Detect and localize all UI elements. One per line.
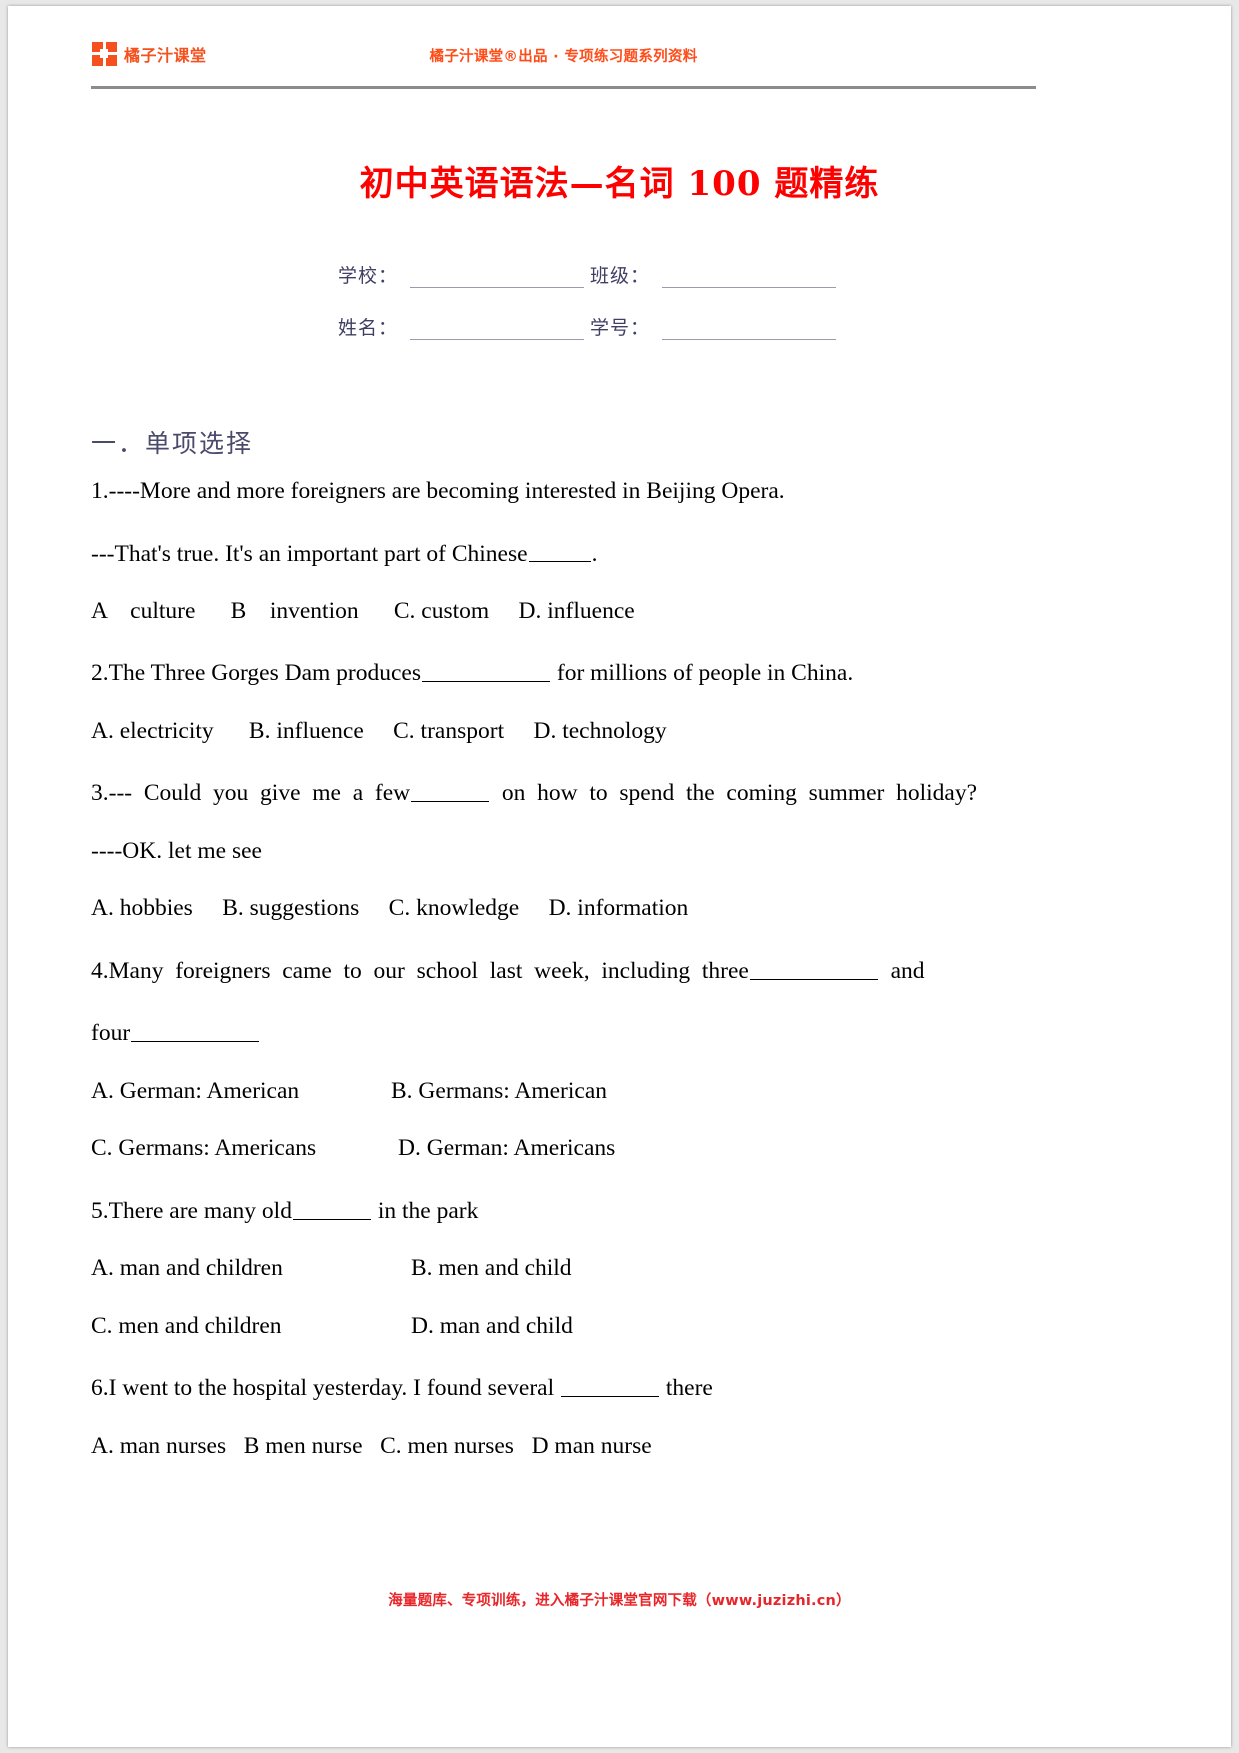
field-school-label: 学校： [338,265,399,287]
question-5-options-row-2: C. men and children D. man and child [91,1313,1038,1339]
question-5-options-row-1: A. man and children B. men and child [91,1257,1038,1281]
question-2-stem: 2.The Three Gorges Dam produces for mill… [91,657,1038,687]
question-5-option-c[interactable]: C. men and children [91,1314,411,1339]
question-6-blank[interactable] [561,1372,659,1398]
question-4-stem-continued: four [91,1017,1038,1045]
section-heading: 一．单项选择 [91,429,254,458]
question-6-stem: 6.I went to the hospital yesterday. I fo… [91,1372,1038,1402]
field-name-input[interactable] [410,317,584,340]
field-name-label: 姓名： [338,317,399,339]
question-1-stem-line-1: 1.----More and more foreigners are becom… [91,478,785,504]
document-page: 橘子汁课堂 橘子汁课堂®出品 · 专项练习题系列资料 初中英语语法—名词 100… [8,6,1231,1747]
field-student-id-label: 学号： [590,317,651,339]
field-student-id: 学号： [590,313,842,340]
question-4-options-row-1: A. German: American B. Germans: American [91,1078,1038,1104]
question-6-stem-post: there [660,1375,713,1402]
field-school: 学校： [338,261,590,288]
question-4-stem-pre: 4.Many foreigners came to our school las… [91,957,749,984]
field-student-id-input[interactable] [662,317,836,340]
field-class: 班级： [590,261,842,288]
question-3-reply: ----OK. let me see [91,837,262,864]
question-4-option-b[interactable]: B. Germans: American [391,1078,607,1104]
exercise-content: 一．单项选择 1.----More and more foreigners ar… [91,424,1038,1492]
question-3-blank[interactable] [411,777,490,803]
question-5-stem-post: in the park [371,1197,479,1224]
field-class-input[interactable] [662,265,836,288]
question-1-stem-line-2: ---That's true. It's an important part o… [91,538,1038,566]
question-6-stem-pre: 6.I went to the hospital yesterday. I fo… [91,1375,560,1402]
info-row-1: 学校： 班级： [338,258,898,288]
page-title: 初中英语语法—名词 100 题精练 [359,164,880,204]
question-4-stem-tail: four [91,1020,131,1047]
question-2-options[interactable]: A. electricity B. influence C. transport… [91,719,1038,744]
info-row-2: 姓名： 学号： [338,310,898,340]
field-name: 姓名： [338,313,590,340]
question-5-stem-pre: 5.There are many old [91,1197,292,1224]
student-info-block: 学校： 班级： 姓名： 学号： [338,258,898,362]
question-5-option-b[interactable]: B. men and child [411,1255,572,1281]
question-5-stem: 5.There are many old in the park [91,1195,1038,1223]
question-3-stem-post: on how to spend the coming summer holida… [490,780,978,807]
question-3-stem-pre: 3.--- Could you give me a few [91,780,411,807]
page-header: 橘子汁课堂 橘子汁课堂®出品 · 专项练习题系列资料 [91,38,1036,84]
question-2-blank[interactable] [422,657,550,683]
question-4-blank-2[interactable] [131,1017,260,1043]
question-3-stem: 3.--- Could you give me a few on how to … [91,777,1038,807]
question-1-stem-pre: ---That's true. It's an important part o… [91,540,528,567]
question-1-options[interactable]: A culture B invention C. custom D. influ… [91,599,1038,624]
question-2-stem-post: for millions of people in China. [551,660,854,687]
question-4-stem: 4.Many foreigners came to our school las… [91,955,1038,983]
question-4-blank-1[interactable] [749,955,878,980]
question-4-stem-mid: and [878,957,925,984]
field-class-label: 班级： [590,265,651,287]
question-1-stem-post: . [591,540,598,567]
question-4-option-a[interactable]: A. German: American [91,1079,391,1104]
question-1-blank[interactable] [528,538,591,563]
question-3-options[interactable]: A. hobbies B. suggestions C. knowledge D… [91,897,1038,921]
question-4-option-c[interactable]: C. Germans: Americans [91,1137,398,1161]
page-footer: 海量题库、专项训练，进入橘子汁课堂官网下载（www.juzizhi.cn） [388,1593,851,1609]
header-divider [91,86,1036,89]
question-2-stem-pre: 2.The Three Gorges Dam produces [91,660,421,687]
field-school-input[interactable] [410,265,584,288]
question-5-option-a[interactable]: A. man and children [91,1257,411,1281]
question-5-option-d[interactable]: D. man and child [411,1313,573,1339]
question-5-blank[interactable] [292,1195,371,1220]
question-4-options-row-2: C. Germans: Americans D. German: American… [91,1137,1038,1161]
question-4-option-d[interactable]: D. German: Americans [398,1135,615,1161]
header-tagline: 橘子汁课堂®出品 · 专项练习题系列资料 [429,49,698,65]
question-6-options[interactable]: A. man nurses B men nurse C. men nurses … [91,1434,1038,1459]
